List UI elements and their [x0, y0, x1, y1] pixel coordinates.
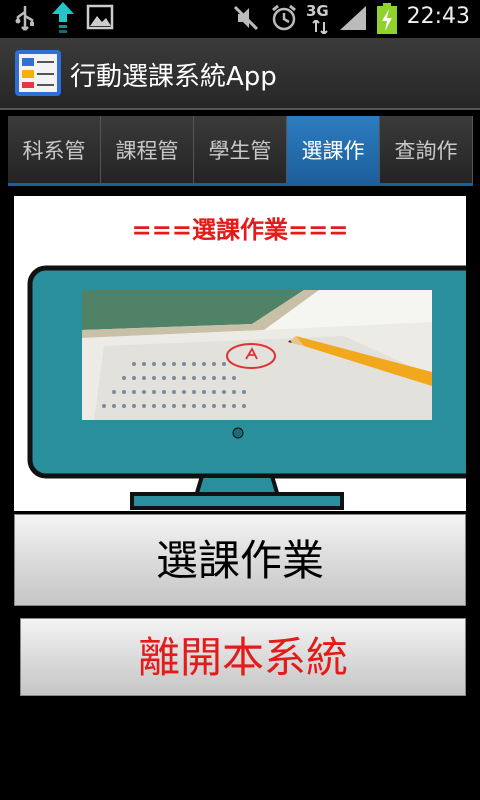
app-list-icon — [15, 50, 61, 96]
signal-icon — [340, 6, 366, 30]
app-title: 行動選課系統App — [70, 62, 277, 92]
network-3g-icon: 3G — [306, 2, 334, 34]
tab-student[interactable]: 學生管 — [194, 116, 287, 186]
status-time: 22:43 — [406, 4, 470, 29]
tab-query[interactable]: 查詢作 — [380, 116, 473, 186]
tab-course-selection[interactable]: 選課作 — [287, 116, 380, 186]
tab-underline — [8, 183, 473, 186]
usb-icon — [15, 6, 34, 31]
battery-charging-icon — [377, 3, 397, 34]
tab-department[interactable]: 科系管 — [8, 116, 101, 186]
tab-course[interactable]: 課程管 — [101, 116, 194, 186]
image-icon — [86, 4, 114, 30]
exit-system-button[interactable]: 離開本系統 — [20, 618, 466, 696]
tab-bar: 科系管 課程管 學生管 選課作 查詢作 — [8, 116, 473, 186]
select-course-button[interactable]: 選課作業 — [14, 514, 466, 606]
title-bar: 行動選課系統App — [0, 38, 480, 110]
content-panel: ===選課作業=== — [14, 196, 466, 511]
status-bar: 3G 22:43 — [0, 0, 480, 38]
alarm-icon — [272, 4, 296, 31]
monitor-illustration — [27, 265, 466, 510]
network-label: 3G — [306, 2, 329, 20]
upload-icon — [52, 2, 74, 33]
exam-sheet-image — [82, 290, 432, 420]
mute-icon — [233, 5, 259, 31]
